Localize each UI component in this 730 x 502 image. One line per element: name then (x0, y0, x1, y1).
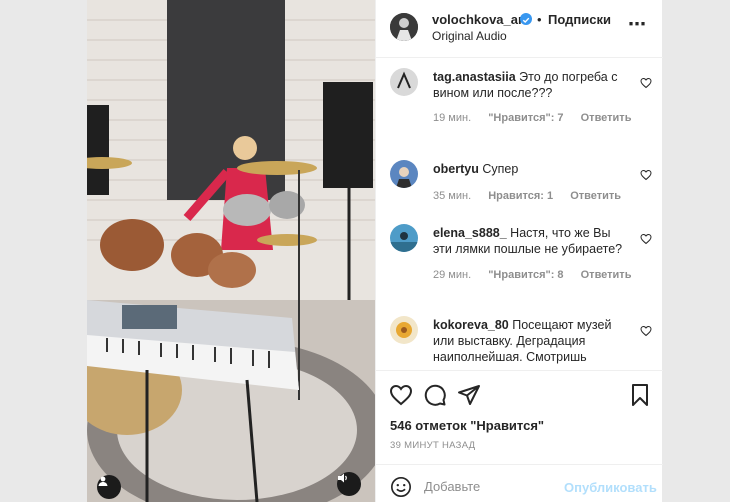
comment-meta: 29 мин. "Нравится": 8 Ответить (433, 269, 645, 281)
commenter-avatar[interactable] (390, 224, 418, 252)
video-frame-image (87, 0, 375, 502)
share-plane-icon[interactable] (457, 383, 481, 407)
reply-button[interactable]: Ответить (581, 269, 632, 281)
backdrop-left (0, 0, 87, 502)
comment-text: obertyu Супер (433, 161, 623, 177)
backdrop-right (662, 0, 730, 502)
add-comment-input[interactable] (424, 475, 554, 497)
reply-button[interactable]: Ответить (581, 112, 632, 124)
commenter-avatar[interactable] (390, 68, 418, 96)
audio-link[interactable]: Original Audio (432, 29, 507, 43)
commenter-avatar-image (390, 224, 418, 252)
comment-username[interactable]: tag.anastasiia (433, 70, 516, 84)
comment-likes[interactable]: "Нравится": 7 (488, 112, 563, 124)
like-comment-heart-icon[interactable] (640, 325, 652, 337)
post-timestamp[interactable]: 39 МИНУТ НАЗАД (390, 440, 475, 451)
author-avatar[interactable] (390, 13, 418, 41)
comment-body: Супер (482, 162, 519, 176)
add-comment-bar: Опубликовать (376, 464, 663, 502)
reply-button[interactable]: Ответить (570, 190, 621, 202)
comment-meta: 19 мин. "Нравится": 7 Ответить (433, 112, 645, 124)
likes-count[interactable]: 546 отметок "Нравится" (390, 418, 544, 433)
comment-username[interactable]: kokoreva_80 (433, 318, 509, 332)
tagged-users-button[interactable] (97, 475, 121, 499)
like-comment-heart-icon[interactable] (640, 169, 652, 181)
comment-text: elena_s888_ Настя, что же Вы эти лямки п… (433, 225, 623, 257)
post-actions-bar (376, 370, 663, 410)
post-video[interactable] (87, 0, 375, 502)
post-details-panel: volochkova_art • Подписки Original Audio… (375, 0, 663, 502)
comment-time: 29 мин. (433, 269, 472, 281)
comment-time: 19 мин. (433, 112, 472, 124)
comment-username[interactable]: obertyu (433, 162, 479, 176)
author-username[interactable]: volochkova_art (432, 12, 527, 27)
like-comment-heart-icon[interactable] (640, 233, 652, 245)
author-avatar-image (390, 13, 418, 41)
comment-text: tag.anastasiia Это до погреба с вином ил… (433, 69, 623, 101)
more-options-icon[interactable]: ⋯ (628, 14, 647, 35)
publish-comment-button[interactable]: Опубликовать (564, 480, 657, 495)
comment-likes[interactable]: "Нравится": 8 (488, 269, 563, 281)
commenter-avatar-image (390, 316, 418, 344)
sound-toggle-button[interactable] (337, 472, 361, 496)
commenter-avatar-image (390, 68, 418, 96)
comment-likes[interactable]: Нравится: 1 (488, 190, 553, 202)
like-heart-icon[interactable] (389, 383, 413, 407)
follow-button[interactable]: Подписки (548, 12, 611, 27)
like-comment-heart-icon[interactable] (640, 77, 652, 89)
comment-bubble-icon[interactable] (423, 383, 447, 407)
commenter-avatar[interactable] (390, 160, 418, 188)
post-header: volochkova_art • Подписки Original Audio… (376, 0, 663, 58)
comments-list[interactable]: tag.anastasiia Это до погреба с вином ил… (376, 58, 663, 370)
comment-time: 35 мин. (433, 190, 472, 202)
bookmark-icon[interactable] (628, 383, 652, 407)
verified-badge-icon (520, 13, 532, 25)
comment-text: kokoreva_80 Посещают музей или выставку.… (433, 317, 623, 365)
separator-dot: • (537, 12, 542, 27)
speaker-icon (338, 473, 347, 483)
commenter-avatar-image (390, 160, 418, 188)
emoji-smiley-icon[interactable] (390, 476, 412, 498)
user-icon (98, 476, 108, 486)
comment-username[interactable]: elena_s888_ (433, 226, 507, 240)
comment-meta: 35 мин. Нравится: 1 Ответить (433, 190, 635, 202)
commenter-avatar[interactable] (390, 316, 418, 344)
